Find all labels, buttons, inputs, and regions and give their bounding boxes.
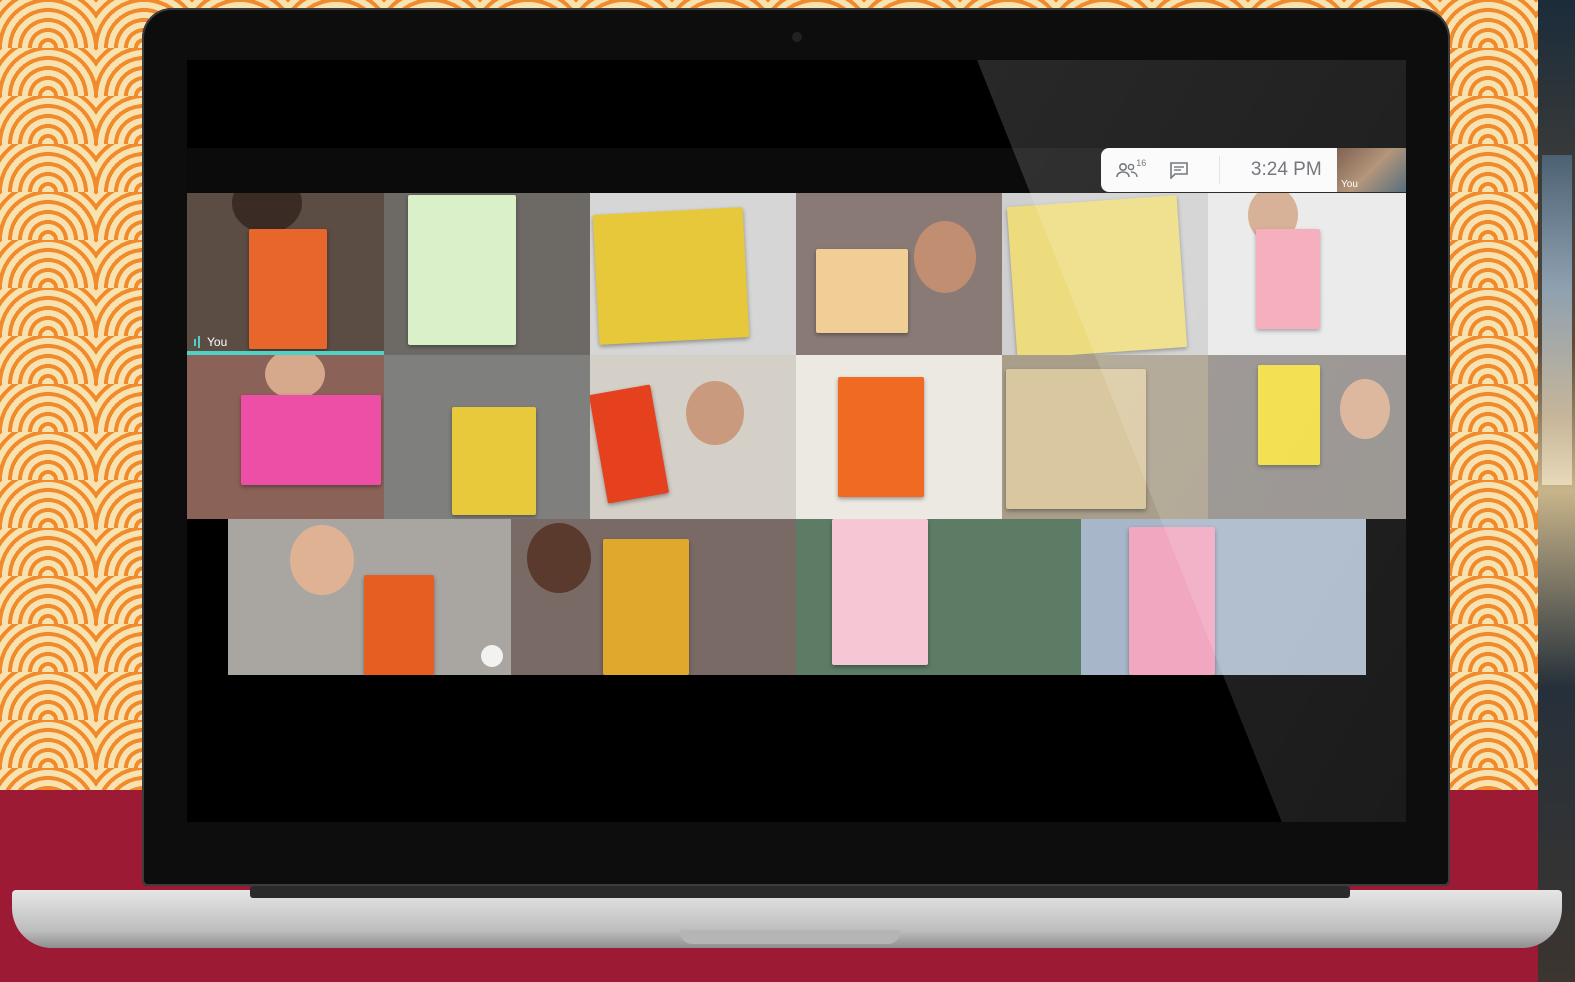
divider — [1219, 156, 1221, 184]
video-tile[interactable] — [228, 519, 511, 675]
participant-count: 16 — [1136, 158, 1147, 168]
laptop-screen: 16 3:24 PM You You — [187, 60, 1406, 822]
video-tile[interactable] — [1081, 519, 1366, 675]
video-grid: You — [187, 193, 1406, 675]
video-tile[interactable] — [590, 355, 796, 519]
laptop-hinge — [250, 886, 1350, 898]
video-tile[interactable] — [796, 519, 1081, 675]
video-tile[interactable] — [384, 355, 590, 519]
video-tile[interactable] — [1208, 355, 1406, 519]
meeting-controls: 16 3:24 PM — [1101, 148, 1337, 192]
laptop-base — [0, 882, 1575, 982]
self-view-label: You — [1341, 179, 1358, 190]
meeting-time: 3:24 PM — [1250, 159, 1322, 180]
background-photo-strip — [1538, 0, 1575, 982]
video-tile[interactable] — [1208, 193, 1406, 355]
chat-icon — [1170, 162, 1188, 179]
video-tile[interactable] — [187, 355, 384, 519]
lid-notch — [680, 930, 900, 944]
video-tile[interactable] — [1002, 193, 1208, 355]
chat-button[interactable] — [1169, 161, 1189, 179]
video-tile[interactable] — [511, 519, 796, 675]
tile-label: You — [193, 335, 227, 349]
screen-top-bar — [187, 60, 1406, 148]
video-tile[interactable] — [1002, 355, 1208, 519]
people-icon — [1116, 162, 1138, 178]
mic-icon — [481, 645, 503, 667]
video-tile[interactable] — [384, 193, 590, 355]
video-tile[interactable]: You — [187, 193, 384, 355]
video-tile[interactable] — [796, 193, 1002, 355]
webcam-icon — [792, 32, 802, 42]
self-view-thumbnail[interactable]: You — [1337, 148, 1406, 192]
video-tile[interactable] — [590, 193, 796, 355]
video-tile[interactable] — [796, 355, 1002, 519]
audio-level-icon — [194, 336, 200, 348]
participants-button[interactable]: 16 — [1116, 158, 1146, 178]
screen-bottom-band — [187, 675, 1406, 822]
